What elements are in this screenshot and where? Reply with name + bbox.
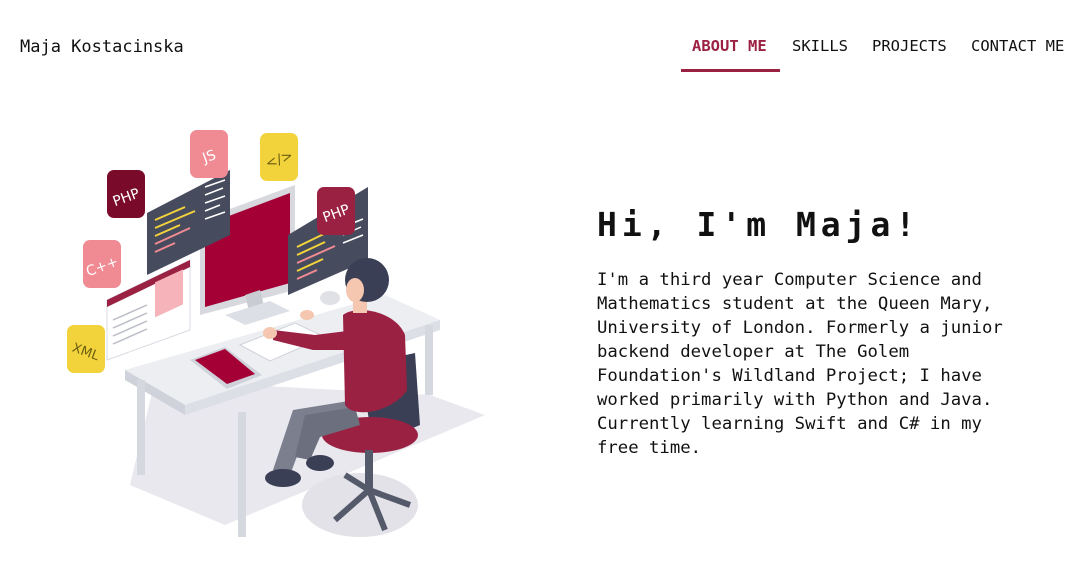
hero-bio: I'm a third year Computer Science and Ma… [597, 268, 1047, 460]
js-badge-icon: JS [190, 130, 228, 178]
php-badge-icon: PHP [107, 170, 145, 218]
active-nav-underline [681, 69, 780, 72]
php-badge-icon: PHP [317, 187, 355, 235]
nav-contact-me[interactable]: CONTACT ME [971, 37, 1064, 55]
bio-line: Foundation's Wildland Project; I have [597, 366, 982, 386]
bio-line: free time. [597, 438, 702, 458]
developer-illustration: PHP JS </> PHP C++ XML [67, 130, 485, 537]
hero-title: Hi, I'm Maja! [597, 205, 921, 244]
nav-projects[interactable]: PROJECTS [872, 37, 947, 55]
xml-badge-icon: XML [67, 325, 105, 373]
nav-skills[interactable]: SKILLS [792, 37, 848, 55]
bio-line: I'm a third year Computer Science and [597, 270, 982, 290]
bio-line: backend developer at The Golem [597, 342, 910, 362]
bio-line: University of London. Formerly a junior [597, 318, 1003, 338]
bio-line: Currently learning Swift and C# in my [597, 414, 982, 434]
code-badge-icon: </> [260, 133, 298, 181]
main-nav: ABOUT ME SKILLS PROJECTS CONTACT ME [0, 37, 1092, 77]
bio-line: worked primarily with Python and Java. [597, 390, 993, 410]
nav-about-me[interactable]: ABOUT ME [692, 37, 767, 55]
bio-line: Mathematics student at the Queen Mary, [597, 294, 993, 314]
cpp-badge-icon: C++ [83, 240, 121, 288]
